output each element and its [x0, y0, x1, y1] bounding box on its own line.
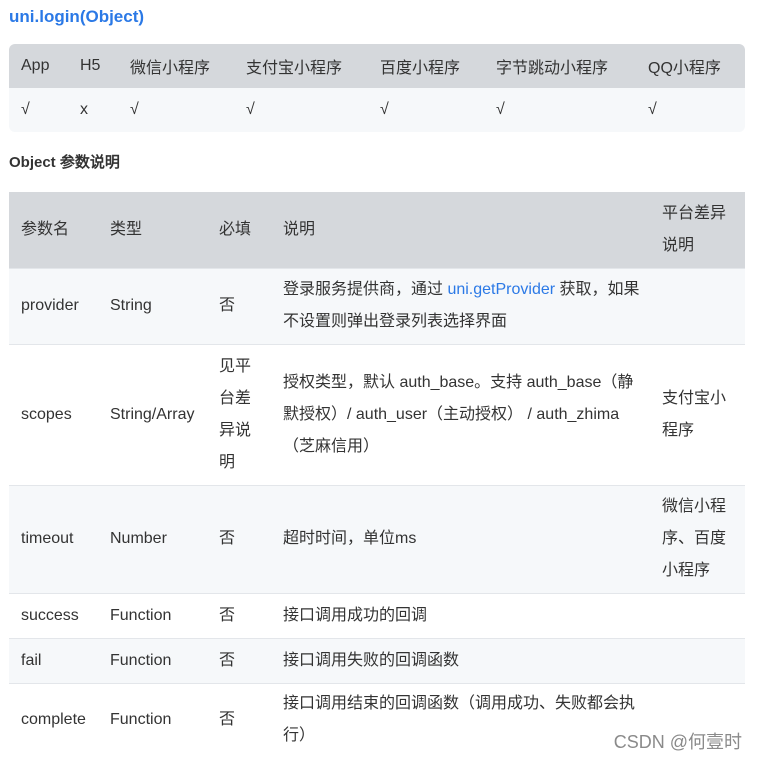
- param-required: 否: [219, 297, 236, 314]
- param-name: fail: [21, 651, 42, 669]
- param-name: complete: [21, 711, 86, 729]
- param-description: 登录服务提供商，通过 uni.getProvider 获取，如果不设置则弹出登录…: [271, 268, 650, 344]
- param-name: timeout: [21, 530, 74, 547]
- platform-value-cell: √: [130, 101, 139, 118]
- param-type: Function: [110, 711, 172, 729]
- table-row: timeout Number 否 超时时间，单位ms 微信小程序、百度小程序: [9, 485, 745, 593]
- param-platform: [650, 638, 745, 683]
- param-name: provider: [21, 297, 79, 314]
- platform-header-cell: QQ小程序: [648, 60, 721, 77]
- platform-value-cell: √: [648, 101, 657, 118]
- platform-header-cell: App: [21, 57, 50, 74]
- param-type: Function: [110, 651, 172, 669]
- param-type: String/Array: [110, 405, 195, 423]
- platform-header-cell: 支付宝小程序: [246, 60, 343, 77]
- platform-values-row: √ x √ √ √ √ √: [9, 88, 745, 132]
- table-row: scopes String/Array 见平台差异说明 授权类型，默认 auth…: [9, 344, 745, 485]
- param-description: 接口调用结束的回调函数（调用成功、失败都会执行）: [283, 695, 636, 745]
- platform-value-cell: √: [246, 101, 255, 118]
- param-description: 接口调用成功的回调: [283, 606, 428, 624]
- param-description: 超时时间，单位ms: [283, 530, 417, 547]
- param-type: Function: [110, 606, 172, 624]
- param-required: 见平台差异说明: [219, 357, 252, 471]
- param-platform: [650, 593, 745, 638]
- param-required: 否: [219, 530, 236, 547]
- platform-header-cell: H5: [80, 57, 101, 74]
- platform-header-cell: 字节跳动小程序: [496, 60, 609, 77]
- platform-value-cell: √: [496, 101, 505, 118]
- params-table: 参数名 类型 必填 说明 平台差异说明 provider String 否 登录…: [9, 192, 745, 757]
- params-header-cell: 说明: [283, 220, 316, 238]
- params-header-cell: 平台差异说明: [662, 204, 727, 254]
- param-type: String: [110, 297, 152, 314]
- param-platform: [650, 268, 745, 344]
- params-section-title: Object 参数说明: [9, 154, 120, 171]
- table-row: fail Function 否 接口调用失败的回调函数: [9, 638, 745, 683]
- table-row: success Function 否 接口调用成功的回调: [9, 593, 745, 638]
- param-platform: 微信小程序、百度小程序: [662, 498, 727, 579]
- platform-value-cell: x: [80, 101, 88, 118]
- params-header-cell: 类型: [110, 220, 143, 238]
- param-platform: 支付宝小程序: [662, 389, 727, 439]
- param-required: 否: [219, 711, 236, 729]
- platform-header-cell: 百度小程序: [380, 60, 461, 77]
- uni-getprovider-link[interactable]: uni.getProvider: [447, 281, 555, 298]
- param-required: 否: [219, 606, 236, 624]
- params-header-cell: 必填: [219, 220, 252, 238]
- table-row: provider String 否 登录服务提供商，通过 uni.getProv…: [9, 268, 745, 344]
- platform-value-cell: √: [21, 101, 30, 118]
- params-header-cell: 参数名: [21, 220, 70, 238]
- param-name: success: [21, 606, 79, 624]
- page-title: uni.login(Object): [9, 7, 145, 26]
- platform-header-cell: 微信小程序: [130, 60, 211, 77]
- platform-support-table: App H5 微信小程序 支付宝小程序 百度小程序 字节跳动小程序 QQ小程序 …: [9, 44, 745, 132]
- csdn-watermark: CSDN @何壹时: [613, 732, 742, 752]
- param-required: 否: [219, 651, 236, 669]
- platform-value-cell: √: [380, 101, 389, 118]
- platform-header-row: App H5 微信小程序 支付宝小程序 百度小程序 字节跳动小程序 QQ小程序: [9, 44, 745, 88]
- param-description: 授权类型，默认 auth_base。支持 auth_base（静默授权）/ au…: [283, 373, 634, 455]
- description-text: 登录服务提供商，通过: [283, 281, 448, 298]
- params-header-row: 参数名 类型 必填 说明 平台差异说明: [9, 192, 745, 268]
- param-name: scopes: [21, 405, 72, 423]
- param-type: Number: [110, 530, 167, 547]
- param-description: 接口调用失败的回调函数: [283, 651, 460, 669]
